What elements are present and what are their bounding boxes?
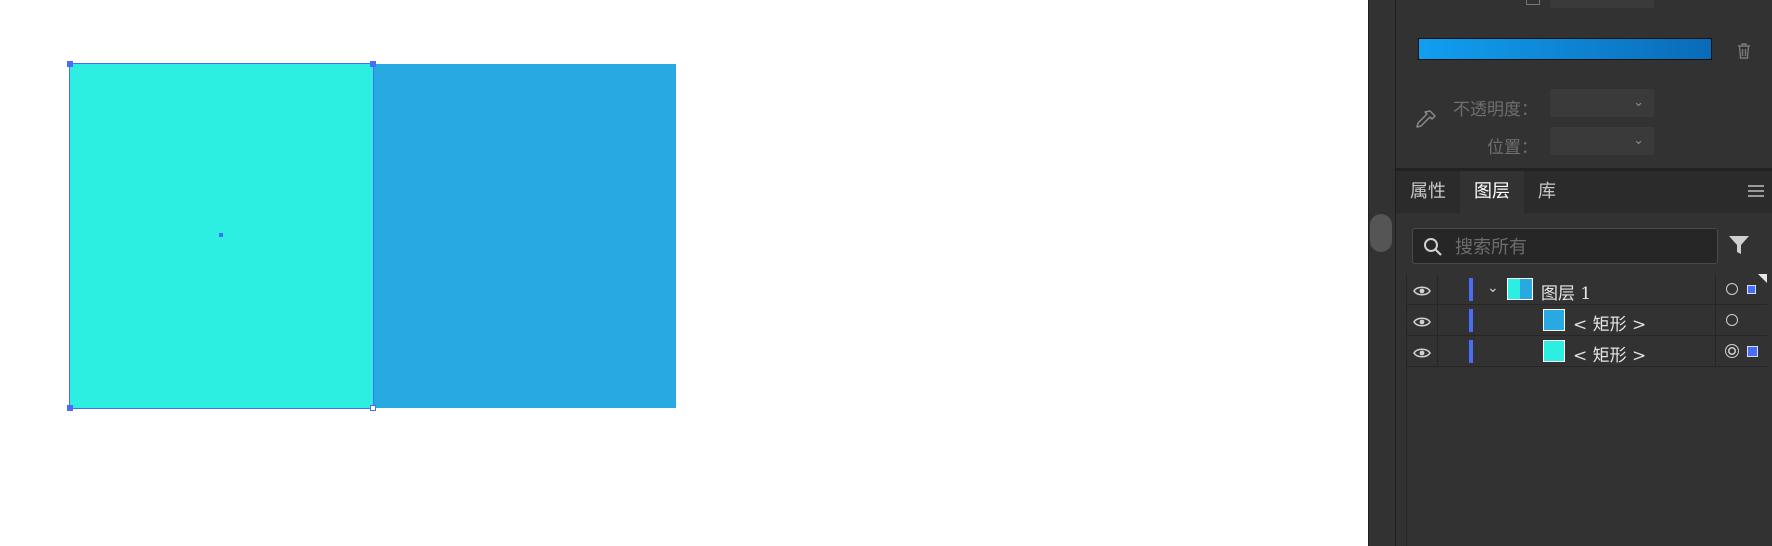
corner-indicator [1758,274,1767,283]
layer-color-bar [1469,340,1473,363]
layer-thumbnail [1543,340,1565,362]
chevron-down-icon: ⌄ [1633,133,1644,148]
layer-row[interactable]: < 矩形 > [1407,305,1767,336]
panel-scroll-track[interactable] [1368,0,1396,546]
position-label: 位置： [1487,138,1538,158]
layer-name[interactable]: < 矩形 > [1573,341,1646,366]
layer-name[interactable]: 图层 1 [1541,279,1591,304]
opacity-dropdown[interactable]: ⌄ [1550,89,1654,117]
layer-selection-indicator[interactable] [1747,285,1756,294]
panel-scroll-thumb[interactable] [1370,214,1392,252]
right-panel: 不透明度： ⌄ 位置： ⌄ 属性 图层 库 ⌄ 图层 1 [1396,0,1772,546]
layer-color-bar [1469,309,1473,332]
search-icon [1424,238,1442,256]
layer-selection-indicator[interactable] [1747,346,1758,357]
tab-layers[interactable]: 图层 [1460,171,1524,213]
layer-thumbnail [1543,309,1565,331]
panel-tabs: 属性 图层 库 [1396,171,1772,213]
angle-icon [1526,0,1540,5]
rectangle-shape-back[interactable] [373,64,676,408]
selection-handle-top-left[interactable] [67,61,73,67]
layer-color-bar [1469,278,1473,301]
filter-icon[interactable] [1728,234,1750,260]
selection-handle-top-right[interactable] [370,61,376,67]
trash-icon[interactable] [1736,42,1752,64]
opacity-label: 不透明度： [1453,100,1538,120]
layers-search-input[interactable] [1453,233,1707,261]
layer-target-icon[interactable] [1725,344,1739,358]
layers-list: ⌄ 图层 1 < 矩形 > < 矩形 > [1406,274,1767,546]
panel-menu-icon[interactable] [1748,185,1764,200]
chevron-down-icon[interactable]: ⌄ [1487,280,1499,296]
top-value-field[interactable] [1550,0,1654,8]
layer-target-icon[interactable] [1726,283,1738,295]
visibility-eye-icon[interactable] [1413,282,1431,301]
layer-name[interactable]: < 矩形 > [1573,310,1646,335]
tab-properties[interactable]: 属性 [1396,171,1460,213]
layer-thumbnail [1507,278,1533,300]
gradient-slider-bar[interactable] [1418,38,1712,60]
chevron-down-icon: ⌄ [1633,95,1644,110]
tab-libraries[interactable]: 库 [1524,171,1570,213]
visibility-eye-icon[interactable] [1413,344,1431,363]
layer-row[interactable]: ⌄ 图层 1 [1407,274,1767,305]
visibility-eye-icon[interactable] [1413,313,1431,332]
artboard-canvas[interactable] [0,0,1368,546]
layers-search-box[interactable] [1412,228,1718,264]
position-dropdown[interactable]: ⌄ [1550,127,1654,155]
selection-handle-bottom-left[interactable] [67,405,73,411]
layer-row[interactable]: < 矩形 > [1407,336,1767,367]
selection-center-point [219,233,223,237]
layer-target-icon[interactable] [1726,314,1738,326]
selection-handle-bottom-right[interactable] [370,405,376,411]
